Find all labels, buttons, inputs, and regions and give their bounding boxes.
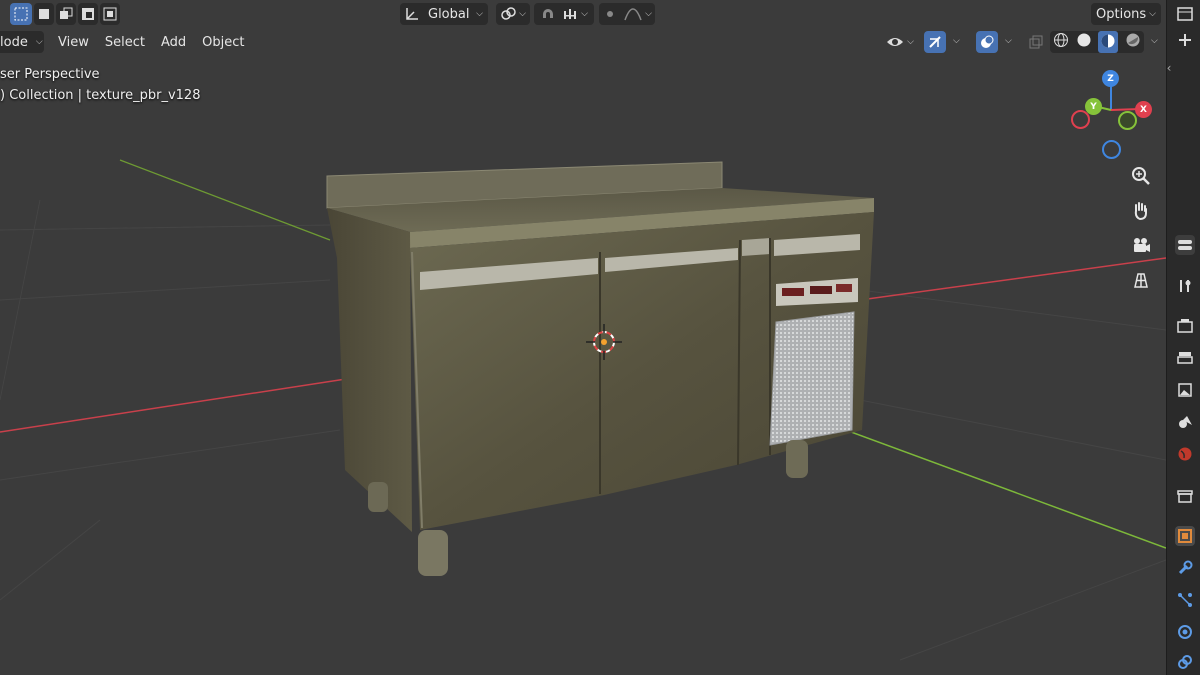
options-dropdown[interactable]: Options ⌵ [1091,3,1161,25]
view-perspective-label: ser Perspective [0,67,100,82]
menu-add[interactable]: Add [153,31,194,53]
x-axis-line-right [859,257,1166,301]
pan-hand-icon[interactable] [1127,197,1155,225]
chevron-down-icon: ⌵ [476,9,483,19]
mode-label: lode [0,34,28,50]
x-axis-line [0,374,373,433]
physics-tab-icon[interactable] [1175,622,1195,642]
chevron-down-icon: ⌵ [519,9,526,19]
xray-toggle-icon[interactable] [1026,31,1046,53]
editor-type-icon[interactable] [1175,4,1195,24]
chevron-down-icon: ⌵ [1149,9,1156,19]
select-new-icon[interactable] [34,3,54,25]
constraints-tab-icon[interactable] [1175,652,1195,672]
transform-orientation-label: Global [428,6,470,22]
top-toolbar: Global ⌵ ⌵ ⌵ ⌵ Options ⌵ [0,0,1166,28]
world-tab-icon[interactable] [1175,444,1195,464]
gizmo-neg-y-ball[interactable] [1118,111,1137,130]
visibility-dropdown[interactable]: ⌵ [882,31,918,53]
properties-tab-strip: ‹ [1166,0,1200,675]
pivot-link-icon [501,7,516,20]
transform-orientation-dropdown[interactable]: Global ⌵ [400,3,488,25]
select-mode-group [10,3,120,25]
mode-dropdown[interactable]: lode ⌵ [0,31,44,53]
snapping-group[interactable]: ⌵ [534,3,594,25]
chevron-down-icon[interactable]: ⌵ [1151,36,1158,46]
menu-view[interactable]: View [50,31,97,53]
viewport-header-right: ⌵ ⌵ ⌵ ⌵ [880,31,1166,53]
chevron-down-icon[interactable]: ⌵ [953,36,960,46]
chevron-down-icon: ⌵ [645,9,652,19]
snap-increment-icon [564,9,577,19]
collection-tab-icon[interactable] [1175,486,1195,506]
material-preview-shading-icon[interactable] [1098,31,1119,53]
proportional-editing-group[interactable]: ⌵ [599,3,655,25]
gizmo-z-ball[interactable]: Z [1102,70,1119,87]
chevron-down-icon: ⌵ [907,37,914,47]
select-extend-icon[interactable] [56,3,76,25]
orthographic-grid-icon[interactable] [1127,266,1155,294]
gizmo-x-ball[interactable]: X [1135,101,1152,118]
transform-pivot-dropdown[interactable]: ⌵ [496,3,530,25]
orientation-axes-icon [406,8,418,20]
select-subtract-icon[interactable] [78,3,98,25]
menu-object[interactable]: Object [194,31,252,53]
solid-shading-icon[interactable] [1076,32,1092,52]
rendered-shading-icon[interactable] [1125,32,1141,52]
eye-icon [887,38,904,46]
snap-magnet-icon [543,9,554,18]
gizmo-neg-x-ball[interactable] [1071,110,1090,129]
select-box-icon[interactable] [10,3,32,25]
3d-viewport[interactable]: ser Perspective ) Collection | texture_p… [0,0,1166,675]
counter-model[interactable] [326,161,874,576]
camera-view-icon[interactable] [1127,231,1155,259]
shading-mode-group [1050,31,1144,53]
tool-settings-icon[interactable] [1175,276,1195,296]
view-layer-tab-icon[interactable] [1175,380,1195,400]
gizmo-toggle-icon[interactable] [924,31,946,53]
overlays-toggle-icon[interactable] [976,31,998,53]
header-menu-bar: View Select Add Object [50,31,252,53]
options-label: Options [1096,6,1147,22]
output-tab-icon[interactable] [1175,348,1195,368]
navigation-gizmo[interactable]: Z X Y [1064,66,1160,162]
menu-select[interactable]: Select [97,31,153,53]
modifier-wrench-icon[interactable] [1175,558,1195,578]
proportional-edit-icon [607,11,614,17]
falloff-curve-icon [624,8,642,21]
object-tab-icon[interactable] [1175,526,1195,546]
render-tab-icon[interactable] [1175,316,1195,336]
zoom-icon[interactable] [1127,162,1155,190]
particles-tab-icon[interactable] [1175,590,1195,610]
add-icon[interactable] [1175,30,1195,50]
select-invert-icon[interactable] [100,3,120,25]
chevron-down-icon: ⌵ [581,9,588,19]
collapse-arrow-icon[interactable]: ‹ [1159,58,1179,78]
tool-tab-icon[interactable] [1175,235,1195,255]
wireframe-shading-icon[interactable] [1053,32,1069,52]
gizmo-neg-z-ball[interactable] [1102,140,1121,159]
chevron-down-icon: ⌵ [35,37,43,47]
scene-tab-icon[interactable] [1175,412,1195,432]
collection-label: ) Collection | texture_pbr_v128 [0,88,201,103]
chevron-down-icon[interactable]: ⌵ [1005,36,1012,46]
